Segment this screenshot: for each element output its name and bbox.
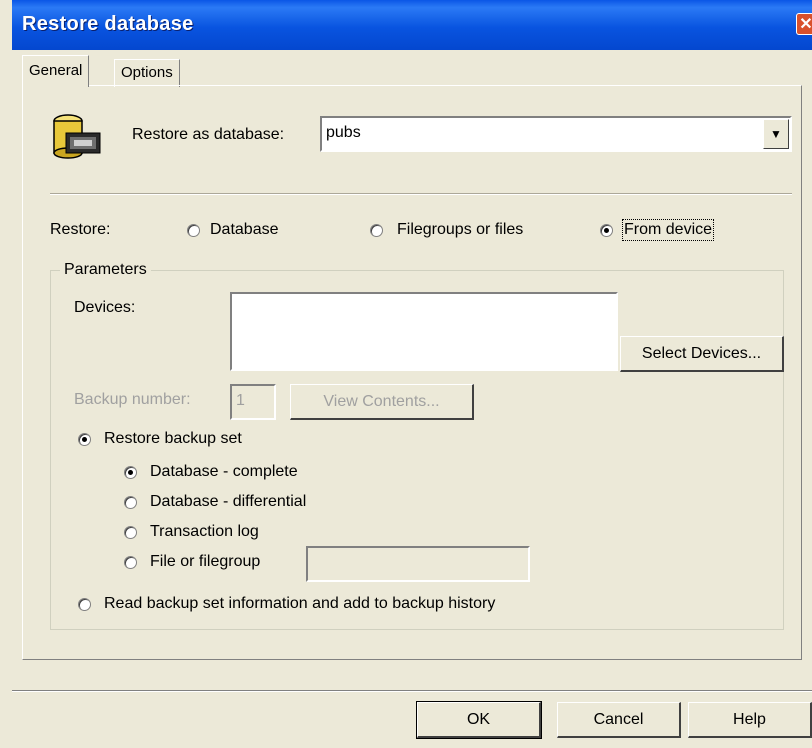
window-title: Restore database [22, 13, 194, 35]
backup-number-value: 1 [236, 392, 245, 409]
read-backup-info-radio[interactable] [78, 598, 91, 611]
backup-number-label: Backup number: [74, 391, 191, 408]
restore-backup-set-label: Restore backup set [104, 430, 242, 447]
devices-list[interactable] [230, 292, 618, 371]
backup-set-file-or-filegroup-radio[interactable] [124, 556, 137, 569]
restore-as-database-value: pubs [326, 124, 361, 141]
restore-database-radio[interactable] [187, 224, 200, 237]
backup-set-transaction-log-label: Transaction log [150, 523, 259, 540]
tab-options-label: Options [121, 64, 173, 81]
restore-from-device-label: From device [621, 219, 715, 241]
backup-set-database-differential-label: Database - differential [150, 493, 307, 510]
view-contents-button-label: View Contents... [323, 393, 440, 410]
view-contents-button[interactable]: View Contents... [290, 384, 474, 420]
chevron-down-icon[interactable]: ▼ [763, 119, 789, 149]
close-icon[interactable]: ✕ [796, 13, 812, 35]
backup-set-file-or-filegroup-label: File or filegroup [150, 553, 261, 570]
parameters-group-label: Parameters [60, 261, 151, 279]
help-button[interactable]: Help [688, 702, 812, 738]
restore-database-dialog: Restore database ✕ General Options Resto… [12, 0, 812, 748]
restore-filegroups-label: Filegroups or files [397, 221, 524, 238]
ok-button-label: OK [466, 711, 491, 728]
tab-general-label: General [29, 62, 83, 79]
cancel-button-label: Cancel [593, 711, 644, 728]
restore-as-database-combo[interactable]: pubs ▼ [320, 116, 792, 152]
backup-set-transaction-log-radio[interactable] [124, 526, 137, 539]
select-devices-button[interactable]: Select Devices... [620, 336, 784, 372]
read-backup-info-label: Read backup set information and add to b… [104, 595, 496, 612]
restore-filegroups-radio[interactable] [370, 224, 383, 237]
select-devices-button-label: Select Devices... [641, 345, 762, 362]
backup-set-database-differential-radio[interactable] [124, 496, 137, 509]
database-icon [53, 114, 101, 159]
restore-as-label: Restore as database: [132, 126, 285, 143]
cancel-button[interactable]: Cancel [557, 702, 681, 738]
backup-set-database-complete-radio[interactable] [124, 466, 137, 479]
backup-set-database-complete-label: Database - complete [150, 463, 298, 480]
help-button-label: Help [733, 711, 766, 728]
footer-divider [12, 690, 812, 692]
backup-number-field[interactable]: 1 [230, 384, 276, 420]
restore-database-label: Database [210, 221, 279, 238]
ok-button[interactable]: OK [416, 701, 542, 739]
separator [50, 193, 792, 195]
tab-options[interactable]: Options [114, 59, 180, 87]
tab-general[interactable]: General [22, 55, 90, 87]
restore-from-device-radio[interactable] [600, 224, 613, 237]
restore-label: Restore: [50, 221, 111, 238]
title-bar[interactable]: Restore database ✕ [12, 0, 812, 50]
file-or-filegroup-field[interactable] [306, 546, 530, 582]
devices-label: Devices: [74, 299, 136, 316]
restore-backup-set-radio[interactable] [78, 433, 91, 446]
